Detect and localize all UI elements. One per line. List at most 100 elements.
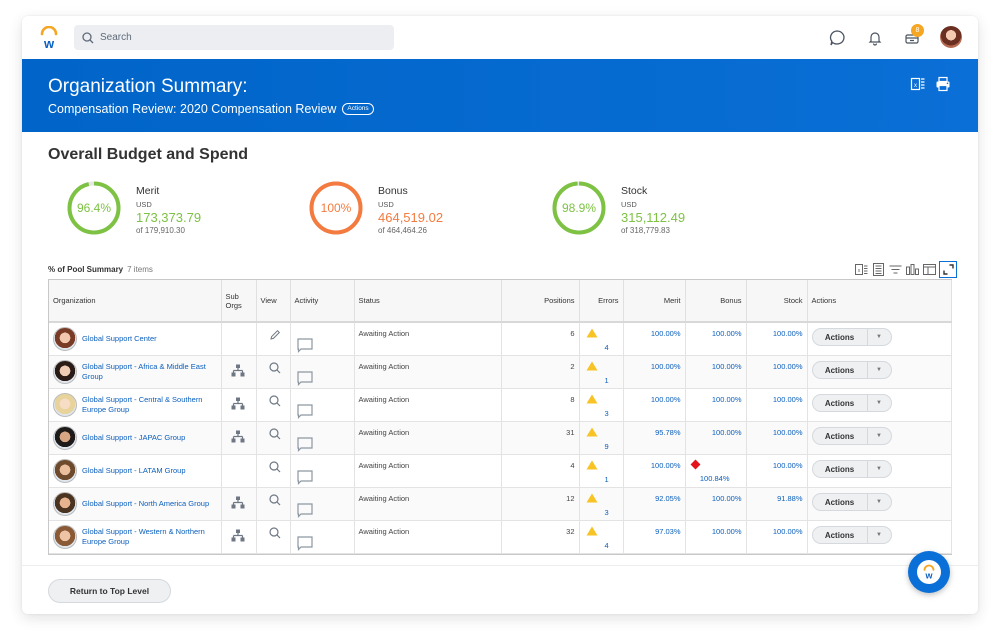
merit-value[interactable]: 100.00% bbox=[628, 455, 681, 470]
worksheet-icon[interactable] bbox=[871, 263, 885, 277]
bonus-value[interactable]: 100.84% bbox=[700, 474, 730, 483]
org-chart-icon[interactable] bbox=[231, 430, 245, 445]
search-input[interactable]: Search bbox=[74, 25, 394, 50]
errors-count-link[interactable]: 1 bbox=[605, 475, 609, 484]
bonus-value[interactable]: 100.00% bbox=[690, 422, 742, 437]
organization-link[interactable]: Global Support - Central & Southern Euro… bbox=[82, 395, 217, 415]
avatar bbox=[53, 327, 77, 351]
row-actions-button[interactable]: Actions ▼ bbox=[811, 460, 892, 478]
stock-value[interactable]: 100.00% bbox=[751, 356, 803, 371]
comment-icon[interactable] bbox=[296, 371, 313, 388]
column-layout-icon[interactable] bbox=[922, 263, 936, 277]
stock-value[interactable]: 100.00% bbox=[751, 422, 803, 437]
column-header-merit[interactable]: Merit bbox=[623, 280, 686, 323]
org-chart-icon[interactable] bbox=[231, 529, 245, 544]
search-icon[interactable] bbox=[268, 527, 281, 541]
filter-icon[interactable] bbox=[888, 263, 902, 277]
chevron-down-icon[interactable]: ▼ bbox=[868, 433, 891, 439]
return-to-top-level-button[interactable]: Return to Top Level bbox=[48, 579, 171, 603]
column-header-sub-orgs[interactable]: Sub Orgs bbox=[221, 280, 257, 323]
organization-link[interactable]: Global Support - LATAM Group bbox=[82, 466, 186, 476]
row-actions-button[interactable]: Actions ▼ bbox=[811, 328, 892, 346]
edit-icon[interactable] bbox=[269, 329, 281, 343]
errors-count-link[interactable]: 1 bbox=[605, 376, 609, 385]
column-header-positions[interactable]: Positions bbox=[501, 280, 580, 323]
org-chart-icon[interactable] bbox=[231, 364, 245, 379]
search-icon[interactable] bbox=[268, 494, 281, 508]
organization-link[interactable]: Global Support - Africa & Middle East Gr… bbox=[82, 362, 217, 382]
comment-icon[interactable] bbox=[296, 437, 313, 454]
org-chart-icon[interactable] bbox=[231, 397, 245, 412]
chevron-down-icon[interactable]: ▼ bbox=[868, 334, 891, 340]
column-header-view[interactable]: View bbox=[256, 280, 291, 323]
row-actions-button[interactable]: Actions ▼ bbox=[811, 361, 892, 379]
export-excel-icon[interactable]: x bbox=[854, 263, 868, 277]
merit-value[interactable]: 92.05% bbox=[628, 488, 680, 503]
organization-link[interactable]: Global Support - JAPAC Group bbox=[82, 433, 185, 443]
row-actions-label: Actions bbox=[824, 431, 855, 441]
comment-icon[interactable] bbox=[296, 503, 313, 520]
workday-assistant-button[interactable]: w bbox=[908, 551, 950, 593]
merit-gauge-percent: 96.4% bbox=[76, 201, 112, 215]
column-header-bonus[interactable]: Bonus bbox=[685, 280, 747, 323]
column-header-stock[interactable]: Stock bbox=[746, 280, 808, 323]
comment-icon[interactable] bbox=[296, 404, 313, 421]
merit-value[interactable]: 100.00% bbox=[628, 356, 681, 371]
row-actions-button[interactable]: Actions ▼ bbox=[811, 493, 892, 511]
bonus-value[interactable]: 100.00% bbox=[690, 389, 742, 404]
column-header-actions[interactable]: Actions bbox=[807, 280, 952, 323]
stock-value[interactable]: 100.00% bbox=[751, 455, 803, 470]
comment-icon[interactable] bbox=[296, 338, 313, 355]
bonus-value[interactable]: 100.00% bbox=[690, 323, 742, 338]
print-icon[interactable] bbox=[935, 76, 953, 94]
errors-count-link[interactable]: 9 bbox=[605, 442, 609, 451]
export-excel-icon[interactable]: x bbox=[910, 76, 928, 94]
stock-value[interactable]: 100.00% bbox=[751, 323, 803, 338]
fullscreen-icon[interactable] bbox=[939, 261, 957, 278]
row-actions-button[interactable]: Actions ▼ bbox=[811, 427, 892, 445]
related-actions-button[interactable]: Actions bbox=[342, 103, 374, 115]
search-icon[interactable] bbox=[268, 362, 281, 376]
row-actions-button[interactable]: Actions ▼ bbox=[811, 394, 892, 412]
errors-count-link[interactable]: 4 bbox=[605, 343, 609, 352]
footer-divider bbox=[22, 565, 978, 566]
stock-value[interactable]: 100.00% bbox=[751, 521, 803, 536]
bonus-value[interactable]: 100.00% bbox=[690, 488, 742, 503]
comment-icon[interactable] bbox=[296, 536, 313, 553]
search-icon[interactable] bbox=[268, 395, 281, 409]
chevron-down-icon[interactable]: ▼ bbox=[868, 367, 891, 373]
merit-value[interactable]: 97.03% bbox=[628, 521, 680, 536]
stock-value[interactable]: 100.00% bbox=[751, 389, 803, 404]
column-header-activity[interactable]: Activity bbox=[290, 280, 355, 323]
comment-icon[interactable] bbox=[296, 470, 313, 487]
chevron-down-icon[interactable]: ▼ bbox=[868, 532, 891, 538]
chevron-down-icon[interactable]: ▼ bbox=[868, 466, 891, 472]
bonus-value[interactable]: 100.00% bbox=[690, 521, 742, 536]
row-actions-label: Actions bbox=[824, 464, 855, 474]
merit-value[interactable]: 95.78% bbox=[628, 422, 680, 437]
search-icon[interactable] bbox=[268, 461, 281, 475]
stock-value[interactable]: 91.88% bbox=[751, 488, 802, 503]
organization-link[interactable]: Global Support - North America Group bbox=[82, 499, 209, 509]
errors-count-link[interactable]: 3 bbox=[605, 508, 609, 517]
errors-count-link[interactable]: 4 bbox=[605, 541, 609, 550]
chevron-down-icon[interactable]: ▼ bbox=[868, 499, 891, 505]
errors-count-link[interactable]: 3 bbox=[605, 409, 609, 418]
column-header-errors[interactable]: Errors bbox=[579, 280, 624, 323]
bell-icon[interactable] bbox=[865, 28, 885, 48]
org-chart-icon[interactable] bbox=[231, 496, 245, 511]
merit-value[interactable]: 100.00% bbox=[628, 323, 681, 338]
chat-icon[interactable] bbox=[827, 28, 847, 48]
search-icon[interactable] bbox=[268, 428, 281, 442]
column-header-status[interactable]: Status bbox=[354, 280, 502, 323]
column-header-organization[interactable]: Organization bbox=[49, 280, 222, 323]
organization-link[interactable]: Global Support - Western & Northern Euro… bbox=[82, 527, 217, 547]
avatar[interactable] bbox=[940, 26, 962, 48]
organization-link[interactable]: Global Support Center bbox=[82, 334, 157, 344]
workday-logo-icon[interactable]: w bbox=[38, 25, 60, 51]
row-actions-button[interactable]: Actions ▼ bbox=[811, 526, 892, 544]
chevron-down-icon[interactable]: ▼ bbox=[868, 400, 891, 406]
merit-value[interactable]: 100.00% bbox=[628, 389, 681, 404]
bonus-value[interactable]: 100.00% bbox=[690, 356, 742, 371]
chart-icon[interactable] bbox=[905, 263, 919, 277]
